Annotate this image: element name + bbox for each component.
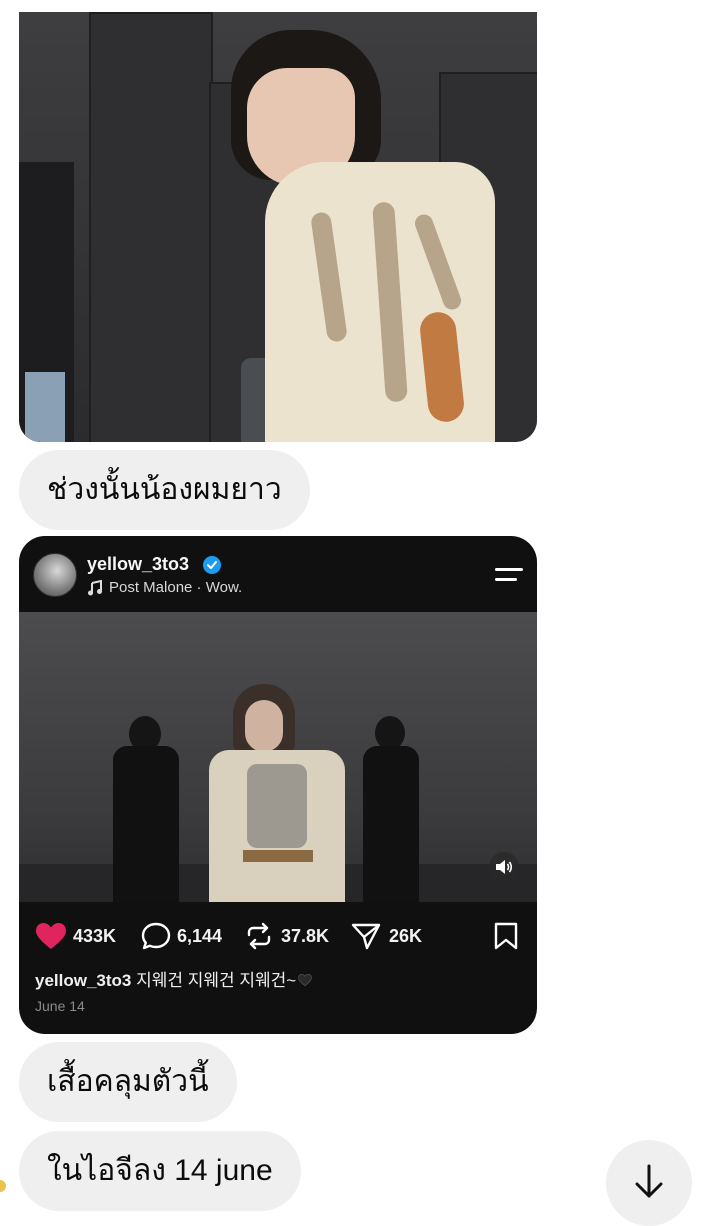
save-button[interactable] <box>493 922 519 950</box>
verified-badge-icon <box>203 556 221 574</box>
share-button[interactable]: 26K <box>351 922 441 950</box>
caption-text: 지웨건 지웨건 지웨건~ <box>131 971 297 990</box>
like-button[interactable]: 433K <box>35 922 127 950</box>
post-date: June 14 <box>35 998 85 1014</box>
repost-button[interactable]: 37.8K <box>245 922 355 950</box>
post-music[interactable]: Post Malone · Wow. <box>109 579 242 596</box>
arrow-down-icon <box>635 1164 663 1198</box>
speaker-icon[interactable] <box>489 852 519 882</box>
post-caption: yellow_3to3 지웨건 지웨건 지웨건~ <box>35 966 313 991</box>
message-bubble[interactable]: ในไอจีลง 14 june <box>19 1131 301 1211</box>
menu-icon[interactable] <box>495 566 523 584</box>
heart-icon <box>36 923 66 949</box>
music-note-icon <box>87 579 103 596</box>
like-count: 433K <box>73 926 117 946</box>
scroll-to-bottom-button[interactable] <box>606 1140 692 1226</box>
background-person-legs <box>25 372 65 442</box>
repost-icon <box>247 922 271 950</box>
avatar[interactable] <box>33 553 77 597</box>
comment-icon <box>141 922 171 950</box>
caption-username[interactable]: yellow_3to3 <box>35 971 131 990</box>
post-username[interactable]: yellow_3to3 <box>87 554 189 575</box>
shared-post-card[interactable]: yellow_3to3 Post Malone · Wow. 433K 6,14… <box>19 536 537 1034</box>
post-actions: 433K 6,144 37.8K 26K <box>19 916 537 956</box>
share-count: 26K <box>389 926 423 946</box>
shared-photo-message[interactable] <box>19 12 537 442</box>
message-bubble[interactable]: ช่วงนั้นน้องผมยาว <box>19 450 310 530</box>
background-locker <box>89 12 213 442</box>
message-bubble[interactable]: เสื้อคลุมตัวนี้ <box>19 1042 237 1122</box>
edge-indicator <box>0 1180 6 1192</box>
post-header: yellow_3to3 Post Malone · Wow. <box>19 536 537 612</box>
repost-count: 37.8K <box>281 926 330 946</box>
share-icon <box>351 923 381 950</box>
post-video[interactable] <box>19 612 537 902</box>
black-heart-icon <box>298 972 313 987</box>
comment-button[interactable]: 6,144 <box>141 922 241 950</box>
comment-count: 6,144 <box>177 926 223 946</box>
bookmark-icon <box>494 922 518 950</box>
